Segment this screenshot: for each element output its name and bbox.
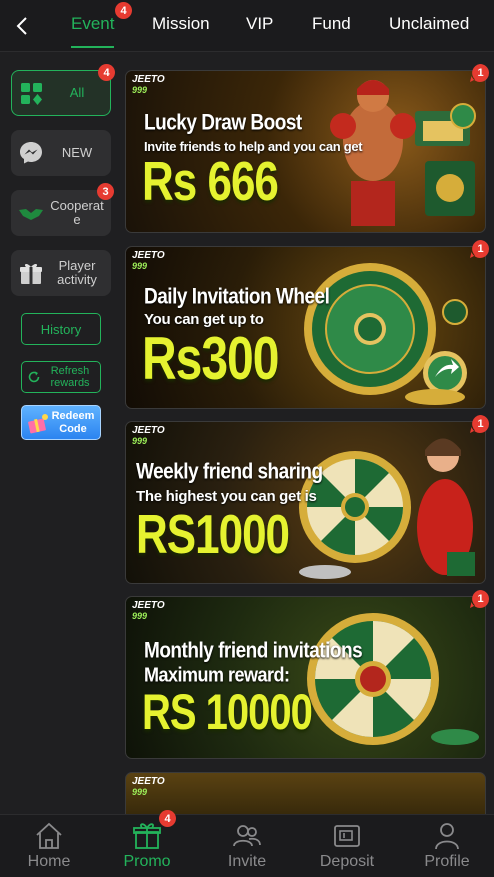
refresh-rewards-button[interactable]: Refresh rewards bbox=[21, 361, 101, 393]
brand-logo: JEETO 999 bbox=[132, 74, 165, 96]
category-all[interactable]: All 4 bbox=[11, 64, 115, 116]
banner-amount: Rs300 bbox=[142, 326, 279, 393]
banner-amount: Rs 666 bbox=[142, 151, 279, 213]
gift-code-icon bbox=[28, 414, 48, 434]
banner-amount: RS1000 bbox=[136, 504, 290, 566]
category-all-badge: 4 bbox=[98, 64, 115, 81]
brand-logo: JEETO 999 bbox=[132, 250, 165, 272]
tab-event-label: Event bbox=[71, 14, 115, 33]
nav-deposit[interactable]: Deposit bbox=[298, 815, 396, 877]
history-button[interactable]: History bbox=[21, 313, 101, 345]
brand-logo: JEETO 999 bbox=[132, 425, 165, 447]
redeem-code-button[interactable]: Redeem Code bbox=[21, 405, 101, 440]
top-tab-bar: Event 4 Mission VIP Fund Unclaimed bbox=[0, 0, 494, 52]
wheel-illustration bbox=[307, 613, 479, 745]
wallet-icon bbox=[334, 825, 360, 847]
banner-1-badge: 1 bbox=[477, 66, 484, 79]
redeem-code-label: Redeem Code bbox=[51, 410, 95, 435]
promo-page: Event 4 Mission VIP Fund Unclaimed All 4… bbox=[0, 0, 494, 877]
nav-profile-label: Profile bbox=[424, 853, 470, 870]
category-cooperate-badge: 3 bbox=[97, 183, 114, 200]
nav-promo[interactable]: Promo 4 bbox=[98, 810, 196, 877]
tab-event[interactable]: Event 4 bbox=[71, 2, 132, 48]
banner-daily-invitation-wheel[interactable]: JEETO 999 Daily Invitation Wheel You can … bbox=[125, 246, 486, 409]
banner-subtitle: Maximum reward: bbox=[144, 663, 290, 686]
messenger-icon bbox=[20, 142, 42, 164]
people-icon bbox=[233, 825, 261, 847]
banner-lucky-draw-boost[interactable]: JEETO 999 Lucky Draw Boost Invite friends… bbox=[125, 70, 486, 233]
tab-vip[interactable]: VIP bbox=[246, 14, 273, 34]
grid-icon bbox=[21, 83, 42, 105]
tab-mission[interactable]: Mission bbox=[152, 14, 210, 34]
gift-icon bbox=[133, 823, 161, 849]
refresh-rewards-label: Refresh rewards bbox=[50, 365, 90, 389]
banner-4-badge: 1 bbox=[477, 592, 484, 605]
nav-invite-label: Invite bbox=[227, 853, 267, 870]
banner-subtitle: The highest you can get is bbox=[136, 488, 317, 505]
nav-profile[interactable]: Profile bbox=[398, 815, 494, 877]
category-player-activity[interactable]: Player activity bbox=[11, 250, 111, 296]
banner-monthly-friend-invitations[interactable]: JEETO 999 Monthly friend invitations Maxi… bbox=[125, 596, 486, 759]
banner-3-badge: 1 bbox=[477, 417, 484, 430]
nav-promo-badge: 4 bbox=[159, 810, 176, 827]
category-new[interactable]: NEW bbox=[11, 130, 111, 176]
refresh-icon bbox=[28, 371, 40, 383]
person-icon bbox=[435, 823, 459, 850]
category-all-label: All bbox=[69, 85, 85, 100]
category-new-label: NEW bbox=[61, 145, 93, 160]
category-player-activity-label: Player activity bbox=[57, 258, 97, 287]
brand-logo: JEETO 999 bbox=[132, 776, 165, 798]
tab-unclaimed[interactable]: Unclaimed bbox=[389, 14, 469, 34]
brand-logo: JEETO 999 bbox=[132, 600, 165, 622]
tab-fund[interactable]: Fund bbox=[312, 14, 351, 34]
gift-box-icon bbox=[20, 263, 42, 284]
nav-promo-label: Promo bbox=[123, 853, 171, 870]
banner-title: Lucky Draw Boost bbox=[144, 111, 302, 136]
nav-home[interactable]: Home bbox=[0, 815, 98, 877]
nav-invite[interactable]: Invite bbox=[198, 815, 296, 877]
tab-active-underline bbox=[71, 46, 115, 48]
category-cooperate-label: Cooperat e bbox=[50, 198, 104, 227]
nav-home-label: Home bbox=[27, 853, 71, 870]
banner-title: Monthly friend invitations bbox=[144, 639, 363, 664]
back-button[interactable] bbox=[8, 12, 36, 40]
banner-amount: RS 10000 bbox=[142, 685, 313, 740]
banner-title: Weekly friend sharing bbox=[136, 460, 323, 485]
home-icon bbox=[36, 822, 62, 849]
banner-2-badge: 1 bbox=[477, 242, 484, 255]
wheel-illustration bbox=[304, 263, 468, 405]
category-cooperate[interactable]: Cooperat e 3 bbox=[11, 183, 114, 236]
chevron-left-icon bbox=[16, 17, 27, 35]
handshake-icon bbox=[19, 209, 43, 220]
banner-title: Daily Invitation Wheel bbox=[144, 285, 330, 310]
banner-weekly-friend-sharing[interactable]: JEETO 999 Weekly friend sharing The highe… bbox=[125, 421, 486, 584]
tab-event-badge: 4 bbox=[115, 2, 132, 19]
nav-deposit-label: Deposit bbox=[319, 853, 375, 870]
bottom-nav-bar: Home Promo 4 Invite Deposit Profile bbox=[0, 810, 494, 877]
